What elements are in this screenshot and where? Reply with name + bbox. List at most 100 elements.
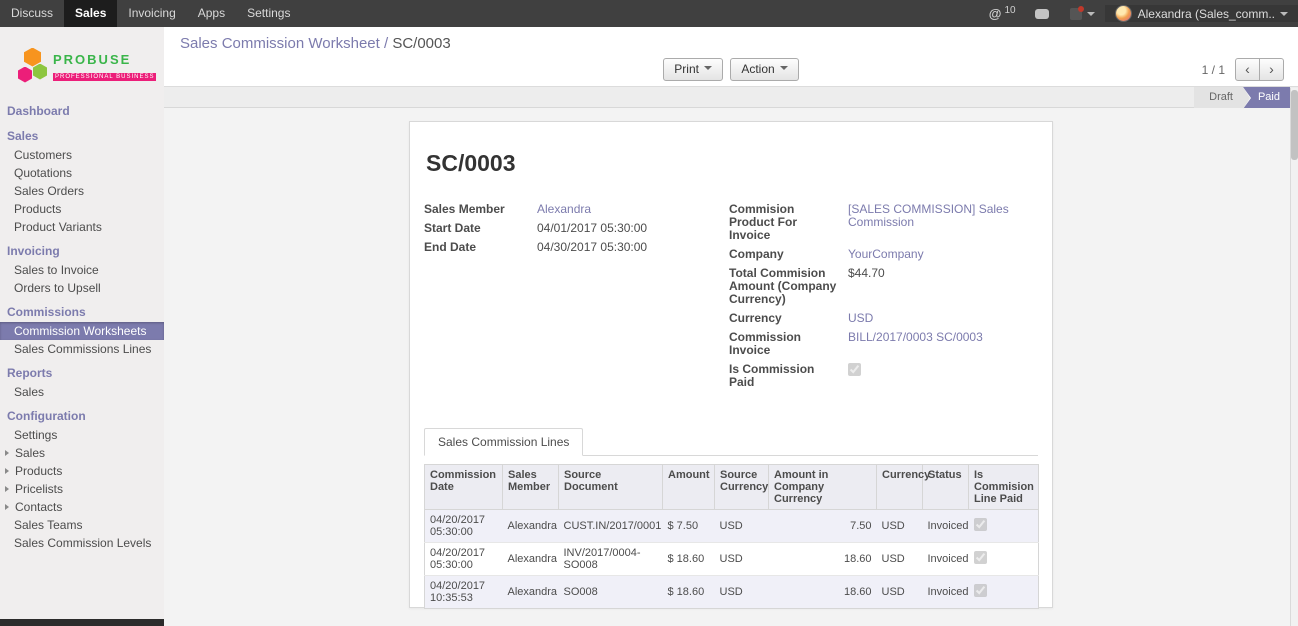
status-draft[interactable]: Draft	[1194, 87, 1243, 108]
column-header-status[interactable]: Status	[923, 465, 969, 510]
field-label: Commission Invoice	[729, 330, 848, 357]
line-paid-checkbox[interactable]	[974, 584, 987, 597]
table-row[interactable]: 04/20/2017 05:30:00AlexandraCUST.IN/2017…	[425, 510, 1039, 543]
column-header-source-document[interactable]: Source Document	[559, 465, 663, 510]
sidebar-item-sales-teams[interactable]: Sales Teams	[0, 516, 164, 534]
record-title: SC/0003	[426, 150, 1038, 177]
field-value: BILL/2017/0003 SC/0003	[848, 330, 1038, 357]
expand-arrow-icon	[5, 450, 12, 456]
activities-button[interactable]: @ 10	[981, 6, 1024, 21]
field-link[interactable]: Alexandra	[537, 202, 591, 216]
action-button[interactable]: Action	[730, 58, 798, 81]
scrollbar-thumb[interactable]	[1291, 90, 1298, 160]
developer-mode-button[interactable]	[1070, 8, 1095, 20]
pager-previous-button[interactable]: ‹	[1235, 58, 1260, 81]
cell: Invoiced	[923, 576, 969, 609]
sidebar-item-orders-to-upsell[interactable]: Orders to Upsell	[0, 279, 164, 297]
sidebar-heading-sales[interactable]: Sales	[0, 126, 164, 146]
field-link[interactable]: YourCompany	[848, 247, 924, 261]
sidebar-heading-invoicing[interactable]: Invoicing	[0, 241, 164, 261]
breadcrumb: Sales Commission Worksheet / SC/0003	[164, 27, 1298, 56]
topbar-menu-settings[interactable]: Settings	[236, 0, 301, 27]
expand-arrow-icon	[5, 486, 12, 492]
column-header-is-commision-line-paid[interactable]: Is Commision Line Paid	[969, 465, 1039, 510]
field-link[interactable]: USD	[848, 311, 873, 325]
topbar-menu-invoicing[interactable]: Invoicing	[117, 0, 186, 27]
field-label: Currency	[729, 311, 848, 325]
cell: $ 18.60	[663, 543, 715, 576]
cell: 18.60	[769, 543, 877, 576]
topbar-menu-discuss[interactable]: Discuss	[0, 0, 64, 27]
lines-header-row: Commission DateSales MemberSource Docume…	[425, 465, 1039, 510]
expand-arrow-icon	[5, 504, 12, 510]
sidebar-item-contacts[interactable]: Contacts	[0, 498, 164, 516]
column-header-sales-member[interactable]: Sales Member	[503, 465, 559, 510]
topbar-menu-sales[interactable]: Sales	[64, 0, 117, 27]
field-label: Total Commision Amount (Company Currency…	[729, 266, 848, 306]
field-link[interactable]: BILL/2017/0003 SC/0003	[848, 330, 983, 344]
sidebar-item-sales[interactable]: Sales	[0, 444, 164, 462]
cell: 7.50	[769, 510, 877, 543]
logo-hexagons-icon	[18, 48, 48, 86]
table-row[interactable]: 04/20/2017 10:35:53AlexandraSO008$ 18.60…	[425, 576, 1039, 609]
table-row[interactable]: 04/20/2017 05:30:00AlexandraINV/2017/000…	[425, 543, 1039, 576]
column-header-amount[interactable]: Amount	[663, 465, 715, 510]
field-commision-product-for-invoice: Commision Product For Invoice[SALES COMM…	[729, 202, 1038, 242]
column-header-amount-in-company-currency[interactable]: Amount in Company Currency	[769, 465, 877, 510]
field-link[interactable]: [SALES COMMISSION] Sales Commission	[848, 202, 1009, 229]
sidebar-item-sales[interactable]: Sales	[0, 383, 164, 401]
column-header-currency[interactable]: Currency	[877, 465, 923, 510]
cell: Alexandra	[503, 576, 559, 609]
column-header-source-currency[interactable]: Source Currency	[715, 465, 769, 510]
field-value: Alexandra	[537, 202, 729, 216]
sidebar-heading-dashboard[interactable]: Dashboard	[0, 101, 164, 121]
sidebar-item-products[interactable]: Products	[0, 200, 164, 218]
cell: 04/20/2017 05:30:00	[425, 510, 503, 543]
sidebar-item-sales-orders[interactable]: Sales Orders	[0, 182, 164, 200]
pager-next-button[interactable]: ›	[1259, 58, 1284, 81]
chevron-right-icon: ›	[1269, 61, 1274, 77]
cell: $ 7.50	[663, 510, 715, 543]
field-text: 04/01/2017 05:30:00	[537, 221, 647, 235]
at-icon: @	[989, 6, 1002, 21]
sidebar-item-commission-worksheets[interactable]: Commission Worksheets	[0, 322, 164, 340]
activity-count-badge: 10	[1004, 5, 1015, 16]
column-header-commission-date[interactable]: Commission Date	[425, 465, 503, 510]
field-label: Company	[729, 247, 848, 261]
notebook-tabs: Sales Commission Lines	[424, 428, 1038, 456]
field-end-date: End Date04/30/2017 05:30:00	[424, 240, 729, 254]
sidebar-item-settings[interactable]: Settings	[0, 426, 164, 444]
sidebar-item-sales-commission-levels[interactable]: Sales Commission Levels	[0, 534, 164, 552]
sidebar-heading-reports[interactable]: Reports	[0, 363, 164, 383]
vertical-scrollbar[interactable]	[1290, 88, 1298, 626]
topbar-menu-apps[interactable]: Apps	[187, 0, 236, 27]
field-text: $44.70	[848, 266, 885, 280]
field-label: Start Date	[424, 221, 537, 235]
line-paid-checkbox[interactable]	[974, 551, 987, 564]
field-value: [SALES COMMISSION] Sales Commission	[848, 202, 1038, 242]
sidebar-item-customers[interactable]: Customers	[0, 146, 164, 164]
cell-line-paid	[969, 576, 1039, 609]
sidebar-item-quotations[interactable]: Quotations	[0, 164, 164, 182]
user-menu[interactable]: Alexandra (Sales_comm..	[1105, 5, 1298, 22]
sidebar-footer-bar	[0, 619, 164, 626]
sidebar-item-sales-to-invoice[interactable]: Sales to Invoice	[0, 261, 164, 279]
sidebar-heading-configuration[interactable]: Configuration	[0, 406, 164, 426]
field-value: $44.70	[848, 266, 1038, 306]
sidebar-item-product-variants[interactable]: Product Variants	[0, 218, 164, 236]
developer-mode-icon	[1070, 8, 1082, 20]
sidebar-item-sales-commissions-lines[interactable]: Sales Commissions Lines	[0, 340, 164, 358]
sidebar-item-products[interactable]: Products	[0, 462, 164, 480]
field-company: CompanyYourCompany	[729, 247, 1038, 261]
sidebar-heading-commissions[interactable]: Commissions	[0, 302, 164, 322]
paid-checkbox[interactable]	[848, 363, 861, 376]
sidebar-item-pricelists[interactable]: Pricelists	[0, 480, 164, 498]
print-button[interactable]: Print	[663, 58, 723, 81]
chat-bubble-icon[interactable]	[1035, 9, 1049, 19]
line-paid-checkbox[interactable]	[974, 518, 987, 531]
sidebar: PROBUSE PROFESSIONAL BUSINESS DashboardS…	[0, 27, 164, 626]
breadcrumb-parent-link[interactable]: Sales Commission Worksheet	[180, 35, 380, 52]
app-body: PROBUSE PROFESSIONAL BUSINESS DashboardS…	[0, 27, 1298, 626]
tab-sales-commission-lines[interactable]: Sales Commission Lines	[424, 428, 583, 456]
cell: Alexandra	[503, 510, 559, 543]
